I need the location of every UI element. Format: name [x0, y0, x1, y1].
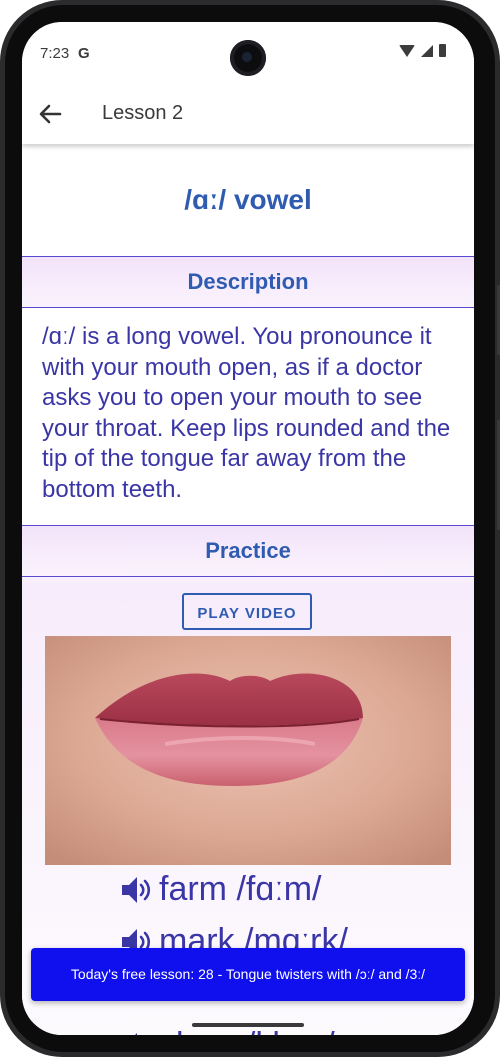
- front-camera: [230, 40, 266, 76]
- mouth-image: [45, 636, 451, 865]
- app-bar: Lesson 2: [22, 84, 474, 144]
- description-text: /ɑː/ is a long vowel. You pronounce it w…: [42, 323, 451, 503]
- word-text: farm /fɑːm/: [159, 870, 322, 908]
- speaker-icon: [122, 876, 151, 903]
- word-text: class /klɑːs/: [159, 1026, 335, 1035]
- word-row-class[interactable]: class /klɑːs/: [119, 1026, 335, 1035]
- screen: 7:23 G Lesson 2 /ɑː/ vowel Description /…: [22, 22, 474, 1035]
- play-video-button[interactable]: PLAY VIDEO: [182, 593, 312, 630]
- battery-icon: [439, 44, 446, 57]
- status-icons: [399, 44, 446, 57]
- status-time: 7:23: [40, 45, 70, 62]
- lesson-content[interactable]: /ɑː/ vowel Description /ɑː/ is a long vo…: [22, 144, 474, 1035]
- back-button[interactable]: [34, 98, 66, 130]
- app-bar-title: Lesson 2: [102, 102, 184, 124]
- phone-frame: 7:23 G Lesson 2 /ɑː/ vowel Description /…: [0, 0, 500, 1057]
- speaker-icon: [134, 1032, 137, 1035]
- practice-header: Practice: [22, 525, 474, 577]
- back-arrow-icon: [39, 104, 62, 124]
- google-g-icon: G: [78, 45, 90, 62]
- signal-icon: [421, 45, 433, 57]
- mouth-video[interactable]: [45, 636, 451, 865]
- free-lesson-banner[interactable]: Today's free lesson: 28 - Tongue twister…: [31, 948, 465, 1001]
- status-bar: 7:23 G: [22, 22, 474, 84]
- description-header: Description: [22, 256, 474, 308]
- word-row-farm[interactable]: farm /fɑːm/: [119, 870, 321, 909]
- lesson-heading: /ɑː/ vowel: [184, 184, 312, 215]
- wifi-icon: [399, 45, 415, 57]
- home-indicator[interactable]: [192, 1023, 304, 1027]
